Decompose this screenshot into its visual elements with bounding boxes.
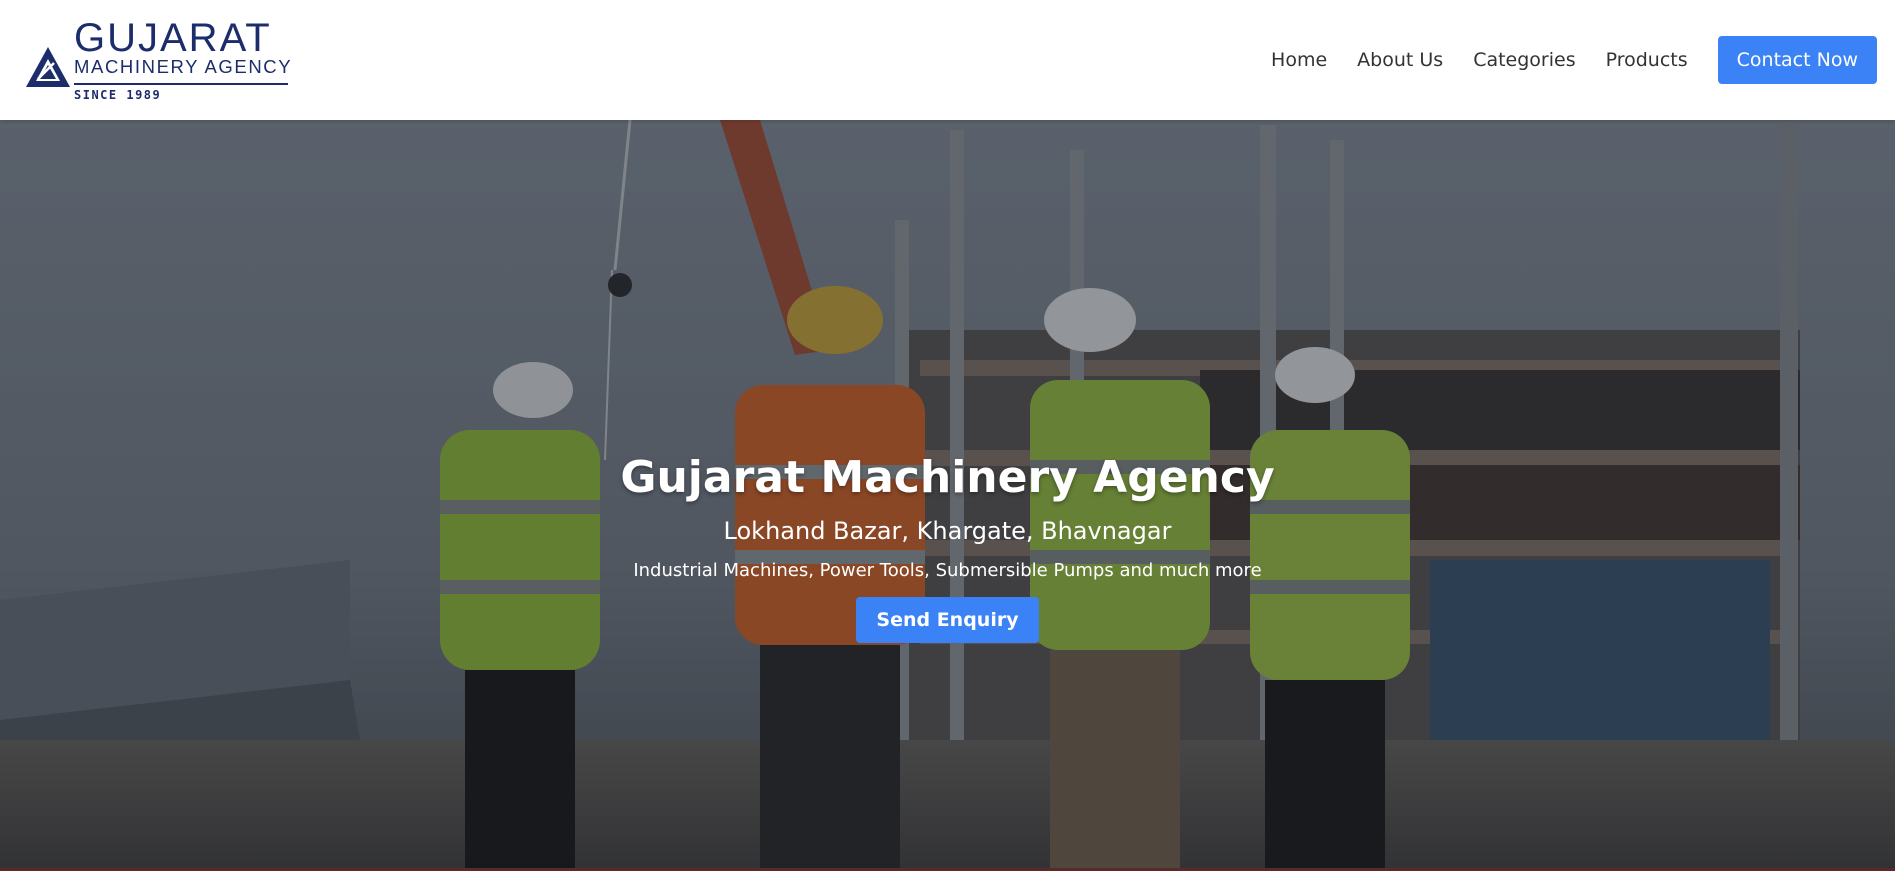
hero-content: Gujarat Machinery Agency Lokhand Bazar, … <box>0 120 1895 868</box>
logo-subtitle: MACHINERY AGENCY <box>74 55 293 77</box>
hero-tagline: Industrial Machines, Power Tools, Submer… <box>633 560 1262 581</box>
nav-about-us[interactable]: About Us <box>1357 48 1443 72</box>
nav-categories[interactable]: Categories <box>1473 48 1575 72</box>
nav-home[interactable]: Home <box>1271 48 1327 72</box>
logo-name: GUJARAT <box>74 15 272 60</box>
triangle-logo-icon <box>26 47 70 87</box>
main-nav: Home About Us Categories Products Contac… <box>1271 36 1877 84</box>
brand-logo[interactable]: GUJARAT MACHINERY AGENCY SINCE 1989 <box>24 18 292 102</box>
logo-since: SINCE 1989 <box>74 82 288 102</box>
contact-now-button[interactable]: Contact Now <box>1717 36 1877 84</box>
site-header: GUJARAT MACHINERY AGENCY SINCE 1989 Home… <box>0 0 1895 120</box>
hero-title: Gujarat Machinery Agency <box>620 452 1275 503</box>
nav-products[interactable]: Products <box>1606 48 1688 72</box>
hero-section: Gujarat Machinery Agency Lokhand Bazar, … <box>0 120 1895 868</box>
hero-address: Lokhand Bazar, Khargate, Bhavnagar <box>723 517 1172 545</box>
send-enquiry-button[interactable]: Send Enquiry <box>856 597 1039 643</box>
logo-text: GUJARAT MACHINERY AGENCY SINCE 1989 <box>74 15 293 102</box>
